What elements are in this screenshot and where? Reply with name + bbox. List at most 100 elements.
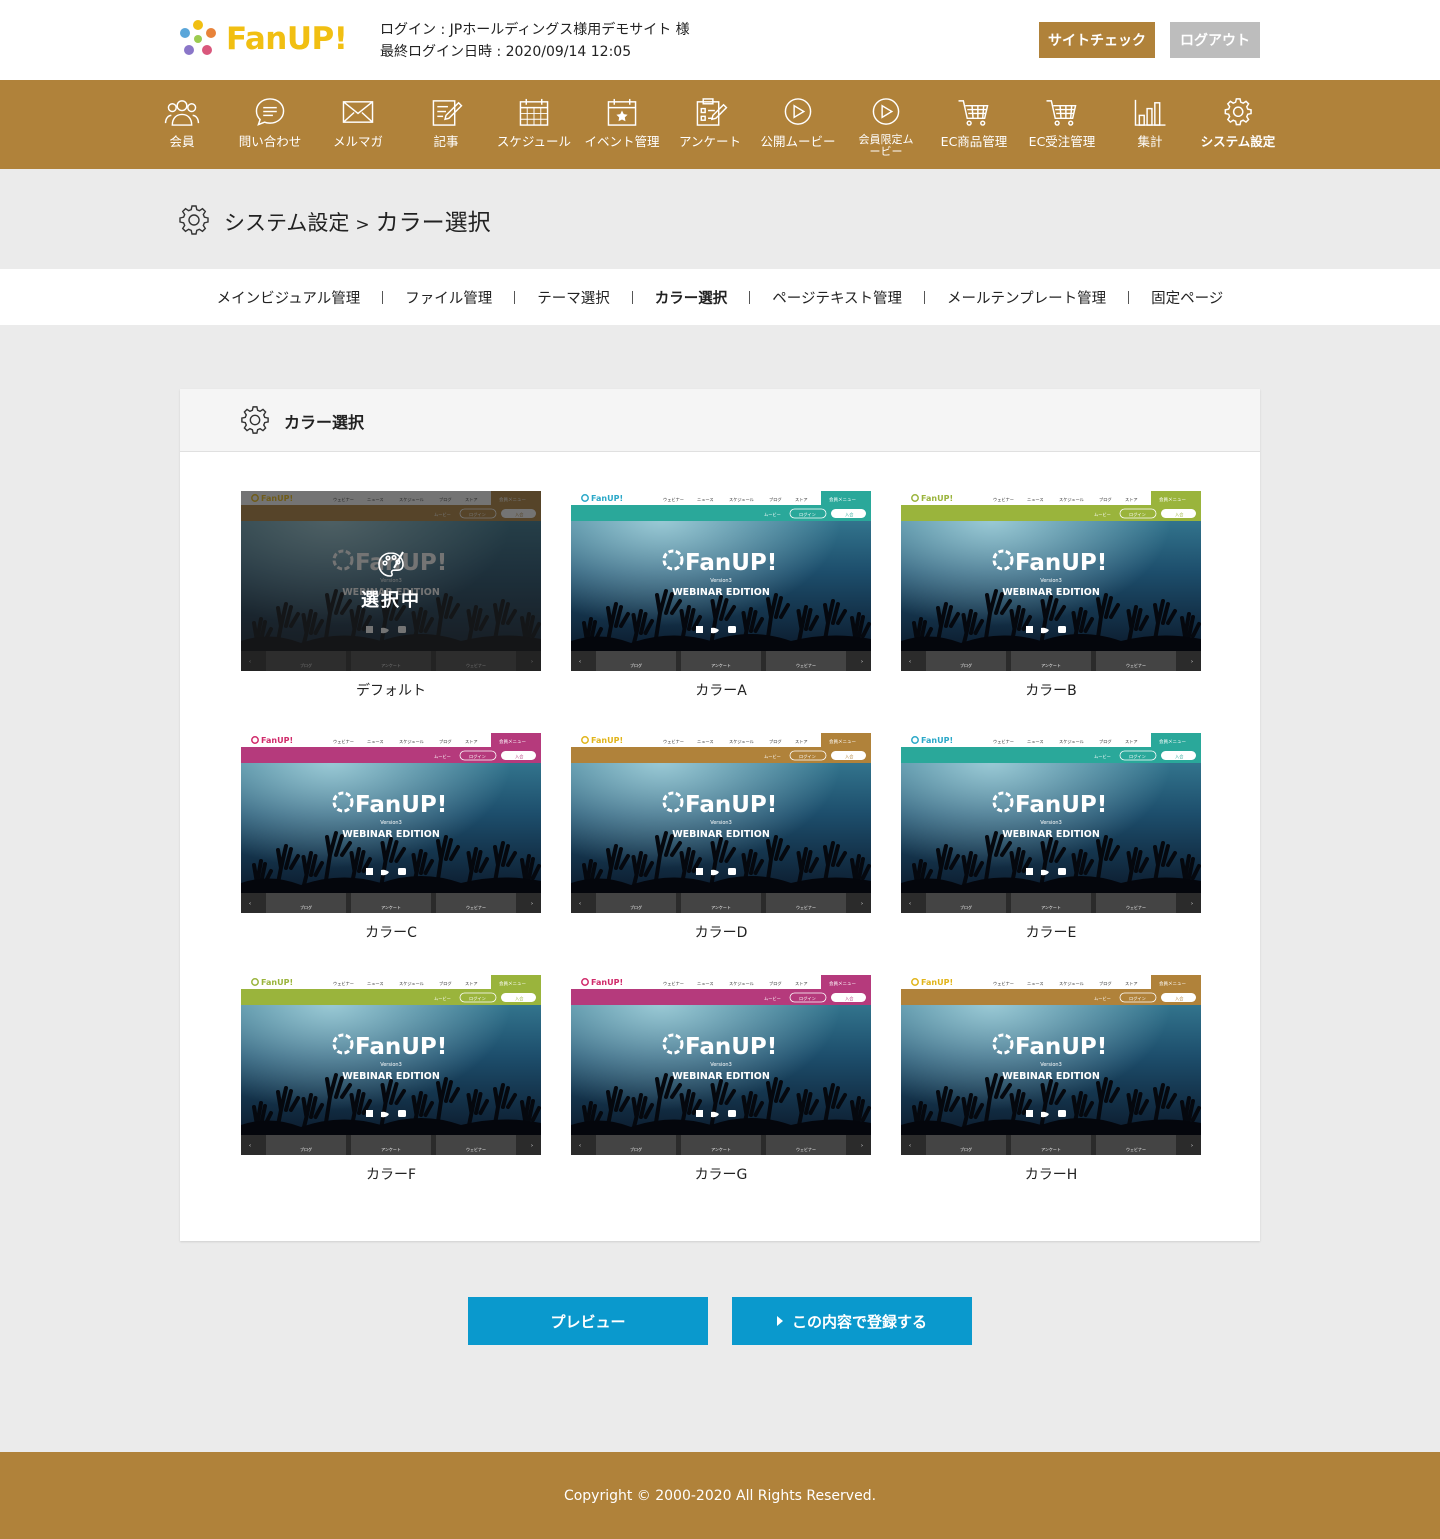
- logout-button[interactable]: ログアウト: [1170, 22, 1260, 58]
- svg-text:ブログ: ブログ: [769, 980, 782, 987]
- svg-text:ウェビナー: ウェビナー: [663, 738, 684, 745]
- color-option-8[interactable]: 会員メニュー FanUP! ウェビナー ニュース スケジュール ブログ ストア …: [571, 975, 871, 1155]
- svg-text:スケジュール: スケジュール: [1059, 738, 1084, 744]
- app-logo[interactable]: FanUP!: [178, 19, 348, 59]
- svg-text:ニュース: ニュース: [367, 739, 384, 744]
- color-option-3[interactable]: 会員メニュー FanUP! ウェビナー ニュース スケジュール ブログ ストア …: [901, 491, 1201, 671]
- svg-text:ウェビナー: ウェビナー: [993, 738, 1014, 745]
- svg-text:FanUP!: FanUP!: [685, 792, 777, 818]
- subnav-item-7[interactable]: 固定ページ: [1151, 287, 1223, 308]
- nav-item-12[interactable]: 集計: [1106, 80, 1194, 169]
- svg-text:Version3: Version3: [1040, 1062, 1062, 1068]
- nav-item-13[interactable]: システム設定: [1194, 80, 1282, 169]
- register-button[interactable]: この内容で登録する: [732, 1297, 972, 1345]
- svg-text:会員メニュー: 会員メニュー: [1159, 738, 1186, 745]
- svg-text:スケジュール: スケジュール: [729, 980, 754, 986]
- page-title: システム設定 > カラー選択: [178, 203, 491, 237]
- calendar-icon: [519, 98, 549, 126]
- nav-item-8[interactable]: 公開ムービー: [754, 80, 842, 169]
- nav-item-1[interactable]: 会員: [138, 80, 226, 169]
- nav-item-2[interactable]: 問い合わせ: [226, 80, 314, 169]
- subnav-item-5[interactable]: ページテキスト管理: [772, 287, 902, 308]
- svg-text:ニュース: ニュース: [697, 981, 714, 986]
- preview-button[interactable]: プレビュー: [468, 1297, 708, 1345]
- color-option-4[interactable]: 会員メニュー FanUP! ウェビナー ニュース スケジュール ブログ ストア …: [241, 733, 541, 913]
- svg-text:‹: ‹: [249, 901, 251, 907]
- subnav-divider: [360, 290, 405, 304]
- palette-icon: [378, 551, 404, 577]
- svg-text:入会: 入会: [845, 753, 854, 760]
- nav-item-7[interactable]: アンケート: [666, 80, 754, 169]
- svg-text:WEBINAR EDITION: WEBINAR EDITION: [1002, 829, 1100, 840]
- svg-text:スケジュール: スケジュール: [399, 980, 424, 986]
- color-option-2[interactable]: 会員メニュー FanUP! ウェビナー ニュース スケジュール ブログ ストア …: [571, 491, 871, 671]
- edit-document-icon: [432, 100, 463, 126]
- color-option-6[interactable]: 会員メニュー FanUP! ウェビナー ニュース スケジュール ブログ ストア …: [901, 733, 1201, 913]
- color-option-1[interactable]: 会員メニュー FanUP! ウェビナー ニュース スケジュール ブログ ストア …: [241, 491, 541, 671]
- theme-preview-image: 会員メニュー FanUP! ウェビナー ニュース スケジュール ブログ ストア …: [901, 975, 1201, 1155]
- svg-text:›: ›: [861, 1143, 863, 1149]
- login-user: ログイン : JPホールディングス様用デモサイト 様: [380, 22, 690, 38]
- color-option-label: カラーB: [1025, 683, 1077, 699]
- users-icon: [164, 100, 200, 126]
- color-option-label: カラーA: [695, 683, 747, 699]
- svg-text:›: ›: [861, 659, 863, 665]
- subnav-item-3[interactable]: テーマ選択: [537, 287, 610, 308]
- svg-text:ウェビナー: ウェビナー: [796, 662, 816, 668]
- color-option-label: カラーD: [694, 925, 748, 941]
- svg-text:WEBINAR EDITION: WEBINAR EDITION: [342, 829, 440, 840]
- svg-text:WEBINAR EDITION: WEBINAR EDITION: [1002, 1071, 1100, 1082]
- svg-text:入会: 入会: [845, 995, 854, 1002]
- svg-text:アンケート: アンケート: [1041, 904, 1061, 910]
- nav-item-10[interactable]: EC商品管理: [930, 80, 1018, 169]
- color-option-label: カラーC: [365, 925, 417, 941]
- color-option-label: カラーG: [694, 1167, 748, 1183]
- svg-text:FanUP!: FanUP!: [261, 736, 293, 745]
- svg-text:ムービー: ムービー: [1094, 995, 1111, 1001]
- breadcrumb-parent[interactable]: システム設定: [224, 211, 349, 235]
- gear-icon: [179, 205, 209, 235]
- subnav-divider: [610, 290, 655, 304]
- footer: Copyright © 2000-2020 All Rights Reserve…: [0, 1452, 1440, 1539]
- svg-text:アンケート: アンケート: [711, 662, 731, 668]
- last-login: 最終ログイン日時 : 2020/09/14 12:05: [380, 44, 632, 60]
- svg-text:Version3: Version3: [380, 820, 402, 826]
- svg-text:FanUP!: FanUP!: [921, 494, 953, 503]
- site-check-button[interactable]: サイトチェック: [1039, 22, 1155, 58]
- color-option-9[interactable]: 会員メニュー FanUP! ウェビナー ニュース スケジュール ブログ ストア …: [901, 975, 1201, 1155]
- svg-text:FanUP!: FanUP!: [355, 1034, 447, 1060]
- nav-item-5[interactable]: スケジュール: [490, 80, 578, 169]
- svg-text:FanUP!: FanUP!: [1015, 792, 1107, 818]
- svg-text:FanUP!: FanUP!: [591, 494, 623, 503]
- svg-text:ブログ: ブログ: [769, 496, 782, 503]
- nav-item-6[interactable]: イベント管理: [578, 80, 666, 169]
- svg-text:スケジュール: スケジュール: [1059, 496, 1084, 502]
- svg-text:ウェビナー: ウェビナー: [1126, 662, 1146, 668]
- color-option-7[interactable]: 会員メニュー FanUP! ウェビナー ニュース スケジュール ブログ ストア …: [241, 975, 541, 1155]
- play-icon: [872, 98, 900, 125]
- nav-item-11[interactable]: EC受注管理: [1018, 80, 1106, 169]
- nav-item-4[interactable]: 記事: [402, 80, 490, 169]
- nav-item-3[interactable]: メルマガ: [314, 80, 402, 169]
- svg-text:ログイン: ログイン: [799, 753, 816, 760]
- color-option-label: カラーH: [1024, 1167, 1078, 1183]
- svg-text:アンケート: アンケート: [381, 1146, 401, 1152]
- svg-text:Version3: Version3: [1040, 820, 1062, 826]
- color-option-5[interactable]: 会員メニュー FanUP! ウェビナー ニュース スケジュール ブログ ストア …: [571, 733, 871, 913]
- nav-item-9[interactable]: 会員限定ムービー: [842, 80, 930, 169]
- cart-icon: [1046, 100, 1077, 126]
- theme-preview-image: 会員メニュー FanUP! ウェビナー ニュース スケジュール ブログ ストア …: [571, 733, 871, 913]
- subnav-item-6[interactable]: メールテンプレート管理: [947, 287, 1106, 308]
- svg-text:入会: 入会: [515, 753, 524, 760]
- svg-text:ウェビナー: ウェビナー: [663, 980, 684, 987]
- login-info: ログイン : JPホールディングス様用デモサイト 様 最終ログイン日時 : 20…: [380, 19, 690, 63]
- svg-text:›: ›: [531, 1143, 533, 1149]
- svg-text:WEBINAR EDITION: WEBINAR EDITION: [1002, 587, 1100, 598]
- svg-text:ウェビナー: ウェビナー: [663, 496, 684, 503]
- svg-text:›: ›: [1191, 659, 1193, 665]
- subnav-item-4[interactable]: カラー選択: [655, 287, 728, 308]
- subnav-item-1[interactable]: メインビジュアル管理: [217, 287, 361, 308]
- subnav-item-2[interactable]: ファイル管理: [405, 287, 492, 308]
- svg-text:ブログ: ブログ: [960, 1146, 972, 1152]
- top-header: FanUP! ログイン : JPホールディングス様用デモサイト 様 最終ログイン…: [0, 0, 1440, 80]
